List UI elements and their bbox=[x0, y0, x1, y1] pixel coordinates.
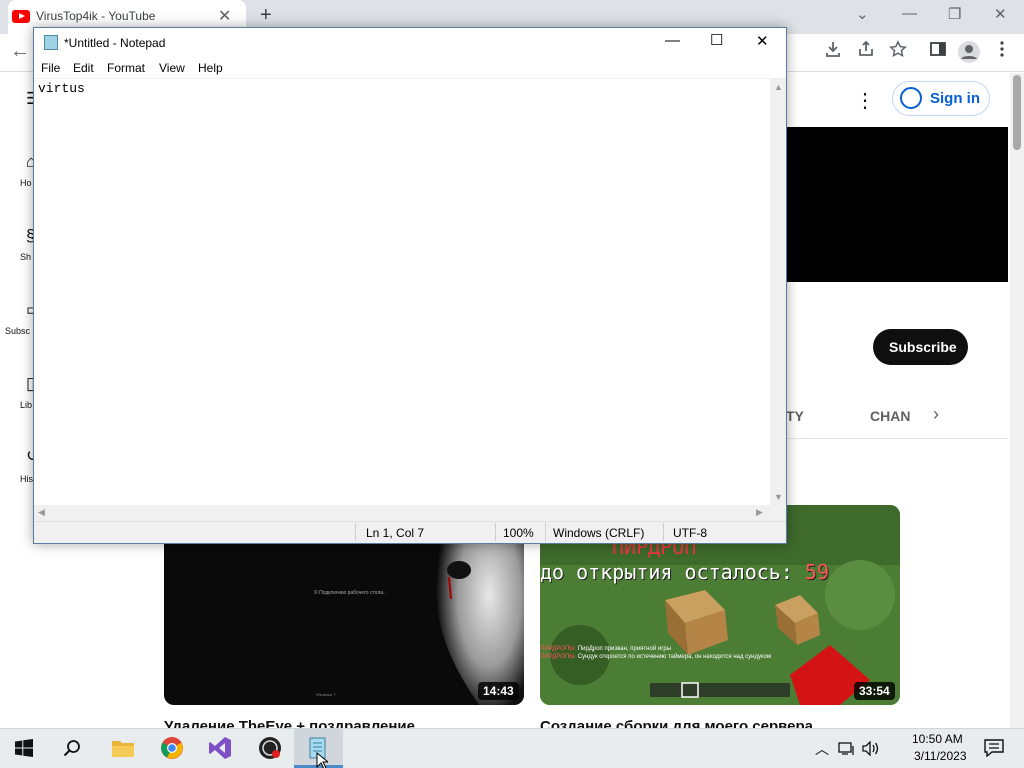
start-icon[interactable] bbox=[15, 739, 33, 757]
thumbnail-text: до открытия осталось: 59 bbox=[540, 560, 829, 584]
status-divider bbox=[355, 523, 356, 541]
tab-search-icon[interactable]: ⌄ bbox=[856, 5, 869, 23]
tabs-divider bbox=[786, 438, 1008, 439]
chevron-right-icon[interactable]: › bbox=[933, 404, 939, 425]
side-panel-icon[interactable] bbox=[929, 40, 947, 58]
minimize-icon[interactable]: — bbox=[665, 32, 680, 49]
restore-icon[interactable]: ❐ bbox=[948, 5, 961, 23]
minimize-icon[interactable]: — bbox=[902, 5, 917, 22]
new-tab-button[interactable]: + bbox=[260, 4, 272, 27]
status-line-ending: Windows (CRLF) bbox=[553, 526, 645, 540]
sidebar-item-library[interactable]: Lib bbox=[20, 400, 32, 410]
clock-date[interactable]: 3/11/2023 bbox=[914, 749, 967, 763]
scroll-right-icon[interactable]: ▶ bbox=[756, 507, 763, 518]
close-icon[interactable]: ✕ bbox=[994, 5, 1007, 23]
back-button[interactable]: ← bbox=[10, 40, 30, 63]
chrome-icon[interactable] bbox=[160, 736, 184, 760]
tab-close-icon[interactable]: ✕ bbox=[218, 6, 231, 26]
visual-studio-icon[interactable] bbox=[208, 736, 232, 760]
thumbnail-caption: до открытия осталось: bbox=[540, 560, 793, 584]
notepad-content[interactable]: virtus bbox=[38, 81, 85, 96]
star-icon[interactable] bbox=[889, 40, 907, 58]
vertical-scrollbar[interactable] bbox=[770, 78, 786, 505]
tray-chevron-icon[interactable]: ︿ bbox=[815, 739, 829, 759]
subscribe-label: Subscribe bbox=[889, 339, 957, 355]
status-divider bbox=[663, 523, 664, 541]
volume-icon[interactable] bbox=[862, 741, 880, 756]
maximize-icon[interactable]: ☐ bbox=[710, 31, 723, 49]
more-icon[interactable] bbox=[995, 40, 1009, 58]
menu-file[interactable]: File bbox=[41, 61, 60, 75]
scroll-left-icon[interactable]: ◀ bbox=[38, 507, 45, 518]
status-divider bbox=[495, 523, 496, 541]
clock-time[interactable]: 10:50 AM bbox=[912, 732, 963, 746]
notepad-window: *Untitled - Notepad — ☐ ✕ File Edit Form… bbox=[33, 27, 787, 544]
video-title[interactable]: Удаление TheEye + поздравление bbox=[164, 718, 415, 728]
mouse-cursor-icon bbox=[316, 752, 328, 768]
sidebar-item-subscriptions[interactable]: Subsc bbox=[5, 326, 30, 336]
sign-in-label: Sign in bbox=[930, 90, 980, 107]
obs-icon[interactable] bbox=[258, 736, 282, 760]
notepad-text-area[interactable] bbox=[34, 78, 770, 505]
tab-community[interactable]: TY bbox=[786, 408, 804, 424]
chat-tag: ПИРДРОПЫ: bbox=[540, 654, 577, 660]
notifications-icon[interactable] bbox=[984, 739, 1004, 757]
download-icon[interactable] bbox=[824, 40, 842, 58]
horizontal-scrollbar[interactable] bbox=[34, 505, 786, 521]
chat-tag: ПИРДРОПЫ: bbox=[540, 646, 577, 652]
status-encoding: UTF-8 bbox=[673, 526, 707, 540]
youtube-more-icon[interactable]: ⋮ bbox=[855, 88, 875, 113]
thumbnail-text: © Подключаю рабочего стола.. bbox=[314, 590, 386, 596]
scroll-down-icon[interactable]: ▼ bbox=[774, 492, 783, 502]
network-icon[interactable] bbox=[838, 741, 856, 756]
status-divider bbox=[545, 523, 546, 541]
status-position: Ln 1, Col 7 bbox=[366, 526, 425, 540]
menu-format[interactable]: Format bbox=[107, 61, 145, 75]
tab-channels[interactable]: CHAN bbox=[870, 408, 910, 424]
chat-message: Сундук откроется по истечению таймера, о… bbox=[577, 654, 772, 660]
notepad-title: *Untitled - Notepad bbox=[64, 36, 166, 50]
thumbnail-text: Windows 7 bbox=[316, 692, 336, 697]
page-scrollbar-thumb[interactable] bbox=[1013, 75, 1021, 150]
video-title[interactable]: Создание сборки для моего сервера bbox=[540, 718, 813, 728]
menu-help[interactable]: Help bbox=[198, 61, 223, 75]
tab-title: VirusTop4ik - YouTube bbox=[36, 9, 156, 23]
video-duration: 14:43 bbox=[478, 682, 519, 700]
youtube-play-icon bbox=[19, 13, 25, 19]
channel-banner bbox=[786, 127, 1008, 282]
menu-edit[interactable]: Edit bbox=[73, 61, 94, 75]
scroll-up-icon[interactable]: ▲ bbox=[774, 82, 783, 92]
status-zoom: 100% bbox=[503, 526, 534, 540]
file-explorer-icon[interactable] bbox=[111, 738, 135, 758]
close-icon[interactable]: ✕ bbox=[756, 32, 769, 50]
sidebar-item-history[interactable]: His bbox=[20, 474, 33, 484]
sidebar-item-home[interactable]: Ho bbox=[20, 178, 32, 188]
share-icon[interactable] bbox=[857, 40, 875, 58]
video-duration: 33:54 bbox=[854, 682, 895, 700]
notepad-menubar bbox=[34, 58, 786, 78]
sidebar-item-shorts[interactable]: Sh bbox=[20, 252, 31, 262]
thumbnail-chat-overlay: ПИРДРОПЫ: ПирДроп призван, приятной игры… bbox=[540, 645, 790, 661]
notepad-icon bbox=[44, 35, 58, 50]
thumbnail-number: 59 bbox=[804, 560, 830, 584]
page-scrollbar[interactable] bbox=[1010, 73, 1024, 728]
menu-view[interactable]: View bbox=[159, 61, 185, 75]
search-icon[interactable] bbox=[63, 739, 81, 757]
chat-message: ПирДроп призван, приятной игры bbox=[577, 646, 672, 652]
profile-icon[interactable] bbox=[958, 41, 980, 63]
account-icon bbox=[900, 87, 922, 109]
